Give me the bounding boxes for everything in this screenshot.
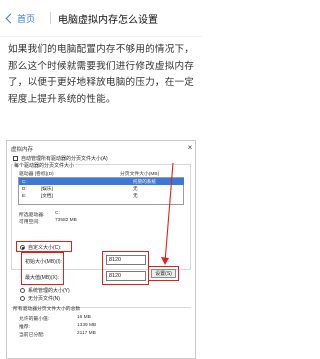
current-allocated-label: 当前已分配: bbox=[19, 333, 45, 338]
free-space-label: 可用空间: bbox=[19, 220, 40, 225]
min-allowed-value: 16 MB bbox=[77, 315, 91, 320]
size-inputs-highlight bbox=[102, 251, 149, 285]
selected-drive-label: 所选驱动器: bbox=[19, 213, 45, 218]
set-button-highlight bbox=[148, 266, 179, 281]
recommended-value: 1339 MB bbox=[77, 323, 97, 328]
drive-paging-size: 无 bbox=[133, 186, 138, 191]
free-space-value: 73582 MB bbox=[55, 218, 77, 223]
drive-column-header: 驱动器 [卷标](D) bbox=[19, 172, 54, 177]
auto-manage-label: 自动管理所有驱动器的分页文件大小(A) bbox=[21, 156, 108, 162]
min-allowed-label: 允许的最小值: bbox=[19, 317, 50, 322]
recommended-label: 推荐: bbox=[19, 325, 30, 330]
drive-letter: D: bbox=[22, 186, 27, 191]
no-paging-radio[interactable] bbox=[20, 296, 25, 301]
article-paragraph: 如果我们的电脑配置内存不够用的情况下，那么这个时候就需要我们进行修改虚拟内存了，… bbox=[8, 44, 195, 105]
totals-group-label: 所有驱动器分页文件大小的总数 bbox=[13, 307, 81, 312]
top-nav-bar: 首页 电脑虚拟内存怎么设置 bbox=[0, 0, 202, 36]
system-managed-label: 系统管理的大小(Y) bbox=[28, 288, 70, 294]
back-home-label: 首页 bbox=[17, 14, 36, 25]
drive-letter: E: bbox=[22, 193, 27, 198]
current-allocated-value: 2117 MB bbox=[77, 331, 96, 336]
custom-size-highlight bbox=[16, 241, 72, 252]
dialog-title: 虚拟内存 bbox=[11, 147, 34, 153]
drive-row-c[interactable]: C: 托管的系统 bbox=[19, 178, 184, 185]
page-title: 电脑虚拟内存怎么设置 bbox=[58, 15, 158, 26]
system-managed-radio[interactable] bbox=[20, 288, 25, 293]
drive-volume-label: [娱乐] bbox=[41, 186, 53, 191]
drive-volume-label: [文档] bbox=[41, 193, 53, 198]
drive-letter: C: bbox=[22, 179, 27, 184]
drive-list[interactable]: C: 托管的系统 D: [娱乐] 无 E: [文档] 无 bbox=[18, 177, 184, 205]
close-icon[interactable]: × bbox=[185, 143, 195, 152]
nav-divider bbox=[50, 12, 51, 24]
drive-paging-size: 无 bbox=[133, 193, 138, 198]
no-paging-label: 无分页文件(N) bbox=[28, 296, 60, 302]
auto-manage-checkbox[interactable] bbox=[13, 156, 18, 161]
selected-drive-value: C: bbox=[55, 211, 60, 216]
nav-bottom-border bbox=[0, 36, 202, 37]
virtual-memory-dialog-screenshot: 虚拟内存 × 自动管理所有驱动器的分页文件大小(A) 每个驱动器的分页文件大小 … bbox=[6, 140, 196, 359]
size-labels-highlight bbox=[21, 252, 64, 285]
drive-row-e[interactable]: E: [文档] 无 bbox=[19, 192, 184, 199]
size-column-header: 分页文件大小(MB) bbox=[120, 172, 160, 177]
chevron-left-icon bbox=[5, 13, 16, 23]
drive-paging-size: 托管的系统 bbox=[133, 179, 156, 184]
paging-file-group-label: 每个驱动器的分页文件大小 bbox=[13, 162, 76, 169]
drive-row-d[interactable]: D: [娱乐] 无 bbox=[19, 185, 184, 192]
back-home-button[interactable]: 首页 bbox=[4, 11, 35, 25]
